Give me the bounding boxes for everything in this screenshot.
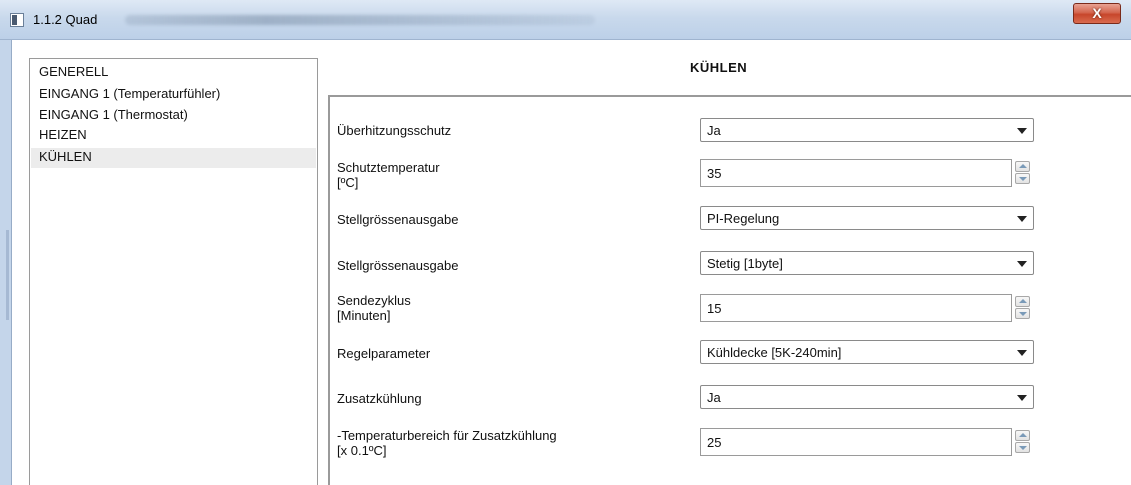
param-unit-temperaturbereich-zusatzkuehlung: [x 0.1ºC] [337,443,387,458]
param-label-schutztemperatur: Schutztemperatur [337,160,440,175]
ueberhitzungsschutz-dropdown[interactable]: Ja [700,118,1034,142]
param-label-ueberhitzungsschutz: Überhitzungsschutz [337,123,452,138]
tree-item-eingang1-thermostat[interactable]: EINGANG 1 (Thermostat) [31,106,316,126]
dropdown-value: Ja [707,123,721,138]
dropdown-value: Ja [707,390,721,405]
arrow-down-icon [1019,312,1027,316]
parameter-panel [328,95,1131,485]
chevron-down-icon [1017,350,1027,356]
spin-down-button[interactable] [1015,173,1030,184]
temperaturbereich-zusatzkuehlung-spinner [1015,429,1032,455]
tree-item-kuehlen[interactable]: KÜHLEN [31,148,316,168]
section-title: KÜHLEN [690,60,748,75]
arrow-up-icon [1019,299,1027,303]
chevron-down-icon [1017,261,1027,267]
stellgroessenausgabe-dropdown-2[interactable]: Stetig [1byte] [700,251,1034,275]
param-unit-sendezyklus: [Minuten] [337,308,391,323]
param-label-temperaturbereich-zusatzkuehlung: -Temperaturbereich für Zusatzkühlung [337,428,557,443]
spin-up-button[interactable] [1015,161,1030,172]
window-title-bar: 1.1.2 Quad X [0,0,1131,40]
chevron-down-icon [1017,128,1027,134]
window-left-frame [0,40,12,485]
parameter-tree: GENERELL EINGANG 1 (Temperaturfühler) EI… [29,58,318,485]
spin-down-button[interactable] [1015,308,1030,319]
param-label-stellgroessenausgabe-2: Stellgrössenausgabe [337,258,459,273]
spin-up-button[interactable] [1015,430,1030,441]
param-label-sendezyklus: Sendezyklus [337,293,411,308]
chevron-down-icon [1017,395,1027,401]
input-value: 35 [707,166,722,181]
blurred-menu-bar [125,15,595,25]
arrow-down-icon [1019,177,1027,181]
param-unit-schutztemperatur: [ºC] [337,175,359,190]
chevron-down-icon [1017,216,1027,222]
temperaturbereich-zusatzkuehlung-input[interactable]: 25 [700,428,1012,456]
dropdown-value: Kühldecke [5K-240min] [707,345,842,360]
input-value: 15 [707,301,722,316]
spin-up-button[interactable] [1015,296,1030,307]
param-label-regelparameter: Regelparameter [337,346,431,361]
zusatzkuehlung-dropdown[interactable]: Ja [700,385,1034,409]
window-title: 1.1.2 Quad [33,12,98,27]
dropdown-value: Stetig [1byte] [707,256,783,271]
schutztemperatur-input[interactable]: 35 [700,159,1012,187]
input-value: 25 [707,435,722,450]
tree-item-generell[interactable]: GENERELL [31,63,316,83]
dropdown-value: PI-Regelung [707,211,780,226]
arrow-down-icon [1019,446,1027,450]
spin-down-button[interactable] [1015,442,1030,453]
arrow-up-icon [1019,164,1027,168]
regelparameter-dropdown[interactable]: Kühldecke [5K-240min] [700,340,1034,364]
close-button[interactable]: X [1073,3,1121,24]
arrow-up-icon [1019,433,1027,437]
schutztemperatur-spinner [1015,160,1032,186]
stellgroessenausgabe-dropdown-1[interactable]: PI-Regelung [700,206,1034,230]
tree-item-heizen[interactable]: HEIZEN [31,126,316,146]
app-icon [10,13,24,27]
param-label-zusatzkuehlung: Zusatzkühlung [337,391,422,406]
sendezyklus-input[interactable]: 15 [700,294,1012,322]
tree-item-eingang1-temperaturfuehler[interactable]: EINGANG 1 (Temperaturfühler) [31,85,316,105]
param-label-stellgroessenausgabe-1: Stellgrössenausgabe [337,212,459,227]
sendezyklus-spinner [1015,295,1032,321]
